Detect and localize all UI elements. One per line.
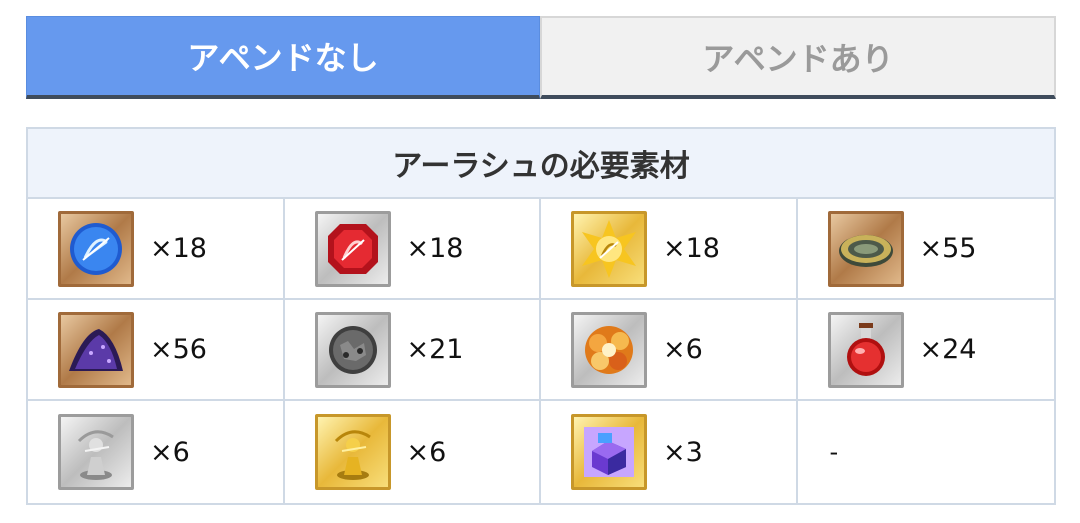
material-cell: ×21 bbox=[284, 300, 541, 401]
purple-crystal-pile-icon[interactable] bbox=[58, 311, 134, 388]
materials-grid: ×18 ×18 ×18 ×55 ×56 ×21 ×6 ×24 ×6 ×6 ×3 … bbox=[28, 199, 1054, 503]
materials-panel: アーラシュの必要素材 ×18 ×18 ×18 ×55 ×56 ×21 ×6 ×2… bbox=[26, 127, 1056, 505]
material-cell: ×18 bbox=[541, 199, 798, 300]
material-qty: ×56 bbox=[150, 334, 207, 365]
medal-disc-icon[interactable] bbox=[827, 210, 904, 287]
material-cell: ×18 bbox=[28, 199, 285, 300]
material-qty: ×6 bbox=[150, 436, 190, 468]
tab-with-append[interactable]: アペンドあり bbox=[540, 16, 1056, 99]
material-qty: ×24 bbox=[919, 334, 977, 365]
material-qty: ×55 bbox=[919, 233, 977, 264]
material-qty: ×21 bbox=[406, 334, 464, 365]
orange-flower-cluster-icon[interactable] bbox=[571, 311, 647, 388]
material-cell: ×6 bbox=[28, 401, 285, 503]
gold-archer-statue-icon[interactable] bbox=[314, 414, 391, 490]
gold-gem-archer-icon[interactable] bbox=[571, 210, 647, 287]
material-cell: ×24 bbox=[797, 300, 1054, 401]
purple-crystal-cube-icon[interactable] bbox=[571, 414, 647, 490]
material-cell: ×6 bbox=[285, 401, 541, 503]
material-qty: ×6 bbox=[663, 334, 703, 365]
material-qty: ×3 bbox=[663, 436, 703, 468]
red-potion-flask-icon[interactable] bbox=[827, 311, 904, 388]
tab-no-append[interactable]: アペンドなし bbox=[26, 16, 540, 99]
panel-title: アーラシュの必要素材 bbox=[28, 129, 1054, 199]
empty-placeholder: - bbox=[829, 438, 839, 466]
material-qty: ×18 bbox=[663, 233, 720, 264]
material-qty: ×18 bbox=[406, 233, 464, 264]
material-cell: ×6 bbox=[541, 300, 798, 401]
saber-piece-archer-icon[interactable] bbox=[58, 210, 134, 287]
red-gem-archer-icon[interactable] bbox=[314, 210, 391, 287]
gray-ore-stone-icon[interactable] bbox=[314, 311, 391, 388]
empty-material-cell: - bbox=[798, 401, 1055, 503]
material-cell: ×56 bbox=[28, 300, 285, 401]
material-cell: ×18 bbox=[284, 199, 541, 300]
material-cell: ×55 bbox=[797, 199, 1054, 300]
silver-archer-statue-icon[interactable] bbox=[58, 414, 134, 490]
append-tab-bar: アペンドなし アペンドあり bbox=[26, 16, 1056, 99]
material-qty: ×6 bbox=[406, 436, 447, 468]
material-qty: ×18 bbox=[150, 233, 207, 264]
material-cell: ×3 bbox=[541, 401, 798, 503]
